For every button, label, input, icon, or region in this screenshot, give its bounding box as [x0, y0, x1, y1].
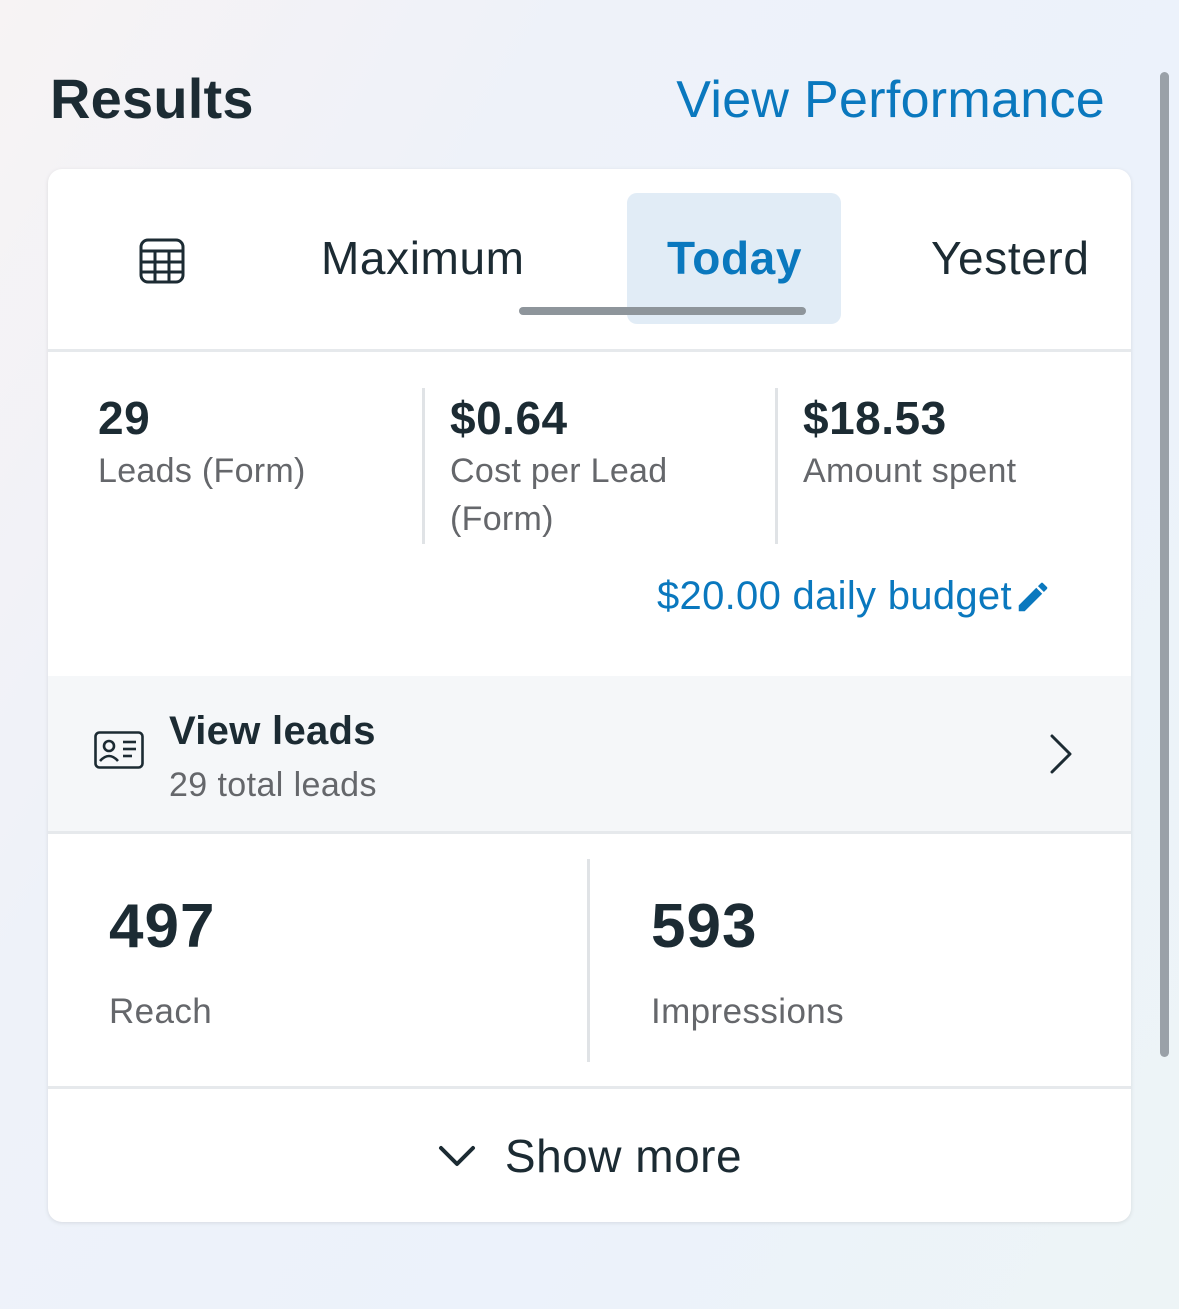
- stat-impressions-label: Impressions: [651, 992, 845, 1031]
- tab-scroll-indicator: [519, 307, 806, 315]
- stat-impressions: 593 Impressions: [651, 891, 844, 1032]
- metric-leads-value: 29: [98, 392, 151, 444]
- stat-reach-label: Reach: [109, 992, 213, 1031]
- daily-budget-link[interactable]: $20.00 daily budget: [657, 574, 1052, 619]
- show-more-button[interactable]: Show more: [48, 1090, 1131, 1222]
- stats-divider: [48, 1086, 1131, 1089]
- metric-cost-per-lead: $0.64 Cost per Lead (Form): [450, 391, 750, 543]
- tabs-divider: [48, 349, 1131, 352]
- metric-amount-spent-label: Amount spent: [803, 452, 1017, 490]
- tab-maximum[interactable]: Maximum: [321, 231, 525, 285]
- metric-leads: 29 Leads (Form): [98, 391, 306, 495]
- date-range-tabs: Maximum Today Yesterd: [48, 169, 1131, 350]
- view-leads-title: View leads: [169, 709, 376, 753]
- stat-reach-value: 497: [109, 892, 216, 961]
- metric-divider: [775, 388, 778, 544]
- contact-card-icon: [94, 731, 144, 774]
- tab-yesterday[interactable]: Yesterd: [931, 231, 1090, 285]
- chevron-down-icon: [438, 1146, 475, 1166]
- results-card: Maximum Today Yesterd 29 Leads (Form) $0…: [48, 169, 1131, 1222]
- total-leads-label: 29 total leads: [169, 766, 377, 804]
- view-performance-link[interactable]: View Performance: [676, 70, 1105, 130]
- daily-budget-label: $20.00 daily budget: [657, 574, 1012, 618]
- metric-amount-spent-value: $18.53: [803, 392, 947, 444]
- table-icon[interactable]: [138, 237, 186, 285]
- pencil-icon: [1018, 582, 1048, 611]
- metric-cost-per-lead-value: $0.64: [450, 392, 568, 444]
- view-leads-row[interactable]: View leads 29 total leads: [48, 676, 1131, 831]
- show-more-label: Show more: [504, 1130, 743, 1182]
- metric-amount-spent: $18.53 Amount spent: [803, 391, 1016, 495]
- chevron-right-icon: [1046, 732, 1076, 781]
- metric-cost-per-lead-label: Cost per Lead (Form): [450, 452, 668, 538]
- stat-divider: [587, 859, 590, 1062]
- leads-divider: [48, 831, 1131, 834]
- tab-today[interactable]: Today: [667, 231, 802, 285]
- page-scrollbar[interactable]: [1160, 72, 1169, 1057]
- metric-leads-label: Leads (Form): [98, 452, 306, 490]
- metric-divider: [422, 388, 425, 544]
- stat-impressions-value: 593: [651, 892, 758, 961]
- stat-reach: 497 Reach: [109, 891, 215, 1032]
- results-title: Results: [50, 67, 254, 130]
